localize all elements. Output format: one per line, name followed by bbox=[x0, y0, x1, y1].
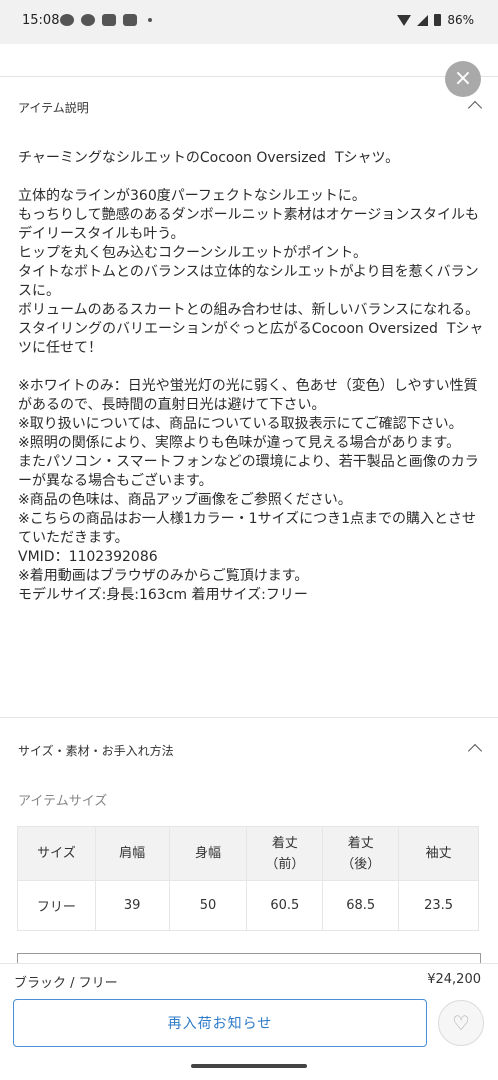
battery-icon bbox=[434, 14, 442, 26]
section-divider bbox=[0, 717, 498, 718]
length-front-header-cell: 着丈 （前） bbox=[246, 826, 324, 881]
app-notification-icon bbox=[102, 14, 116, 26]
chevron-up-icon[interactable] bbox=[467, 100, 483, 116]
close-button[interactable]: × bbox=[445, 61, 481, 97]
close-icon: × bbox=[453, 66, 473, 91]
item-description-body: チャーミングなシルエットのCocoon Oversized Tシャツ。 立体的な… bbox=[18, 150, 484, 603]
sleeve-header-cell: 袖丈 bbox=[398, 826, 479, 881]
price: ¥24,200 bbox=[427, 972, 481, 987]
battery-level: 86% bbox=[447, 13, 474, 27]
gesture-handle[interactable] bbox=[191, 1064, 307, 1068]
size-section-heading[interactable]: サイズ・素材・お手入れ方法 bbox=[18, 742, 174, 759]
p-icon bbox=[123, 14, 137, 26]
app-icon bbox=[81, 14, 95, 26]
selected-variant: ブラック / フリー bbox=[14, 976, 118, 991]
size-header-cell: サイズ bbox=[17, 826, 96, 881]
favorite-button[interactable]: ♡ bbox=[438, 1000, 484, 1046]
status-bar: 15:08 86% bbox=[0, 0, 498, 44]
status-right: 86% bbox=[397, 13, 474, 27]
size-table-header-row: サイズ 肩幅 身幅 着丈 （前） 着丈 （後） 袖丈 bbox=[17, 826, 479, 881]
restock-notify-button[interactable]: 再入荷お知らせ bbox=[13, 999, 427, 1047]
heart-icon: ♡ bbox=[452, 1011, 470, 1035]
table-row: フリー 39 50 60.5 68.5 23.5 bbox=[17, 880, 479, 931]
signal-icon bbox=[417, 14, 429, 26]
more-notifications-icon bbox=[148, 18, 152, 22]
body-width-header-cell: 身幅 bbox=[168, 826, 248, 881]
sleeve-cell: 23.5 bbox=[398, 880, 479, 931]
notification-icons bbox=[60, 14, 152, 26]
length-back-cell: 68.5 bbox=[322, 880, 400, 931]
body-width-cell: 50 bbox=[168, 880, 248, 931]
shoulder-header-cell: 肩幅 bbox=[94, 826, 170, 881]
length-front-cell: 60.5 bbox=[246, 880, 324, 931]
line-icon bbox=[60, 14, 74, 26]
item-description-heading[interactable]: アイテム説明 bbox=[18, 99, 89, 116]
top-divider bbox=[0, 76, 498, 77]
size-table: サイズ 肩幅 身幅 着丈 （前） 着丈 （後） 袖丈 フリー 39 50 60.… bbox=[17, 826, 479, 931]
wifi-icon bbox=[397, 14, 412, 26]
item-size-subheading: アイテムサイズ bbox=[18, 794, 108, 809]
length-back-header-cell: 着丈 （後） bbox=[322, 826, 400, 881]
shoulder-cell: 39 bbox=[94, 880, 170, 931]
size-cell: フリー bbox=[17, 880, 96, 931]
status-time: 15:08 bbox=[22, 13, 60, 28]
chevron-up-icon[interactable] bbox=[467, 743, 483, 759]
